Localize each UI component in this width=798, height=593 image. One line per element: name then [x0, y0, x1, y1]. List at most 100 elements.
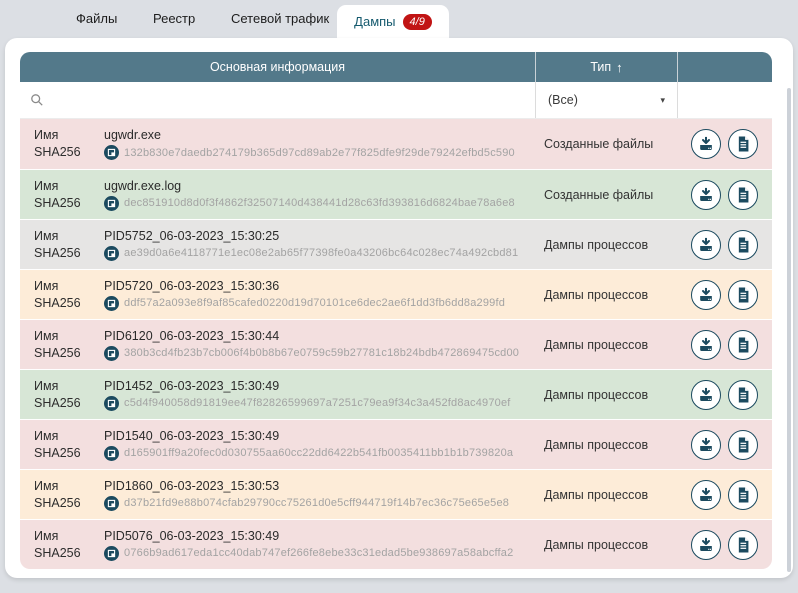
table-row[interactable]: Имя PID5076_06-03-2023_15:30:49 SHA256 0… — [20, 519, 772, 569]
sha256-value: d37b21fd9e88b074cfab29790cc75261d0e5cff9… — [124, 497, 509, 509]
dump-type: Дампы процессов — [535, 220, 677, 269]
dump-name: ugwdr.exe — [104, 128, 535, 142]
report-button[interactable] — [728, 180, 758, 210]
copy-hash-icon[interactable] — [104, 496, 119, 511]
copy-hash-icon[interactable] — [104, 346, 119, 361]
report-button[interactable] — [728, 480, 758, 510]
chevron-down-icon: ▾ — [660, 95, 665, 106]
download-button[interactable] — [691, 530, 721, 560]
copy-hash-icon[interactable] — [104, 246, 119, 261]
tab-registry[interactable]: Реестр — [153, 11, 195, 26]
download-button[interactable] — [691, 430, 721, 460]
table-body: Имя ugwdr.exe SHA256 132b830e7daedb27417… — [20, 119, 772, 569]
dump-type: Дампы процессов — [535, 420, 677, 469]
table-row[interactable]: Имя PID1540_06-03-2023_15:30:49 SHA256 d… — [20, 419, 772, 469]
dump-name: PID6120_06-03-2023_15:30:44 — [104, 329, 535, 343]
copy-hash-icon[interactable] — [104, 446, 119, 461]
table-row[interactable]: Имя PID5720_06-03-2023_15:30:36 SHA256 d… — [20, 269, 772, 319]
download-button[interactable] — [691, 230, 721, 260]
copy-hash-icon[interactable] — [104, 396, 119, 411]
dump-name: PID5752_06-03-2023_15:30:25 — [104, 229, 535, 243]
tab-network-traffic[interactable]: Сетевой трафик — [231, 11, 329, 26]
dump-name: PID1540_06-03-2023_15:30:49 — [104, 429, 535, 443]
report-button[interactable] — [728, 380, 758, 410]
document-icon — [733, 485, 753, 505]
dump-type: Созданные файлы — [535, 170, 677, 219]
report-button[interactable] — [728, 330, 758, 360]
row-main-cell: Имя PID1452_06-03-2023_15:30:49 SHA256 c… — [20, 370, 535, 419]
sha256-value: ddf57a2a093e8f9af85cafed0220d19d70101ce6… — [124, 297, 505, 309]
row-actions — [677, 119, 772, 169]
download-button[interactable] — [691, 129, 721, 159]
name-label: Имя — [34, 329, 90, 343]
row-actions — [677, 220, 772, 269]
row-actions — [677, 370, 772, 419]
download-button[interactable] — [691, 280, 721, 310]
sha256-value: ae39d0a6e4118771e1ec08e2ab65f77398fe0a43… — [124, 247, 518, 259]
copy-hash-icon[interactable] — [104, 196, 119, 211]
table-row[interactable]: Имя PID6120_06-03-2023_15:30:44 SHA256 3… — [20, 319, 772, 369]
copy-hash-icon[interactable] — [104, 296, 119, 311]
column-header-main-label: Основная информация — [210, 60, 345, 74]
table-row[interactable]: Имя ugwdr.exe SHA256 132b830e7daedb27417… — [20, 119, 772, 169]
dump-type: Созданные файлы — [535, 119, 677, 169]
download-icon — [696, 535, 716, 555]
download-button[interactable] — [691, 330, 721, 360]
report-button[interactable] — [728, 230, 758, 260]
sha256-label: SHA256 — [34, 496, 90, 511]
name-label: Имя — [34, 179, 90, 193]
download-button[interactable] — [691, 380, 721, 410]
dump-name: ugwdr.exe.log — [104, 179, 535, 193]
sha256-label: SHA256 — [34, 196, 90, 211]
table-row[interactable]: Имя PID5752_06-03-2023_15:30:25 SHA256 a… — [20, 219, 772, 269]
dump-type: Дампы процессов — [535, 320, 677, 369]
type-filter-dropdown[interactable]: (Все) ▾ — [535, 82, 677, 118]
name-label: Имя — [34, 229, 90, 243]
document-icon — [733, 285, 753, 305]
name-label: Имя — [34, 479, 90, 493]
copy-hash-icon[interactable] — [104, 145, 119, 160]
sha256-label: SHA256 — [34, 145, 90, 160]
row-main-cell: Имя ugwdr.exe SHA256 132b830e7daedb27417… — [20, 119, 535, 169]
row-main-cell: Имя ugwdr.exe.log SHA256 dec851910d8d0f3… — [20, 170, 535, 219]
dump-type: Дампы процессов — [535, 270, 677, 319]
report-button[interactable] — [728, 280, 758, 310]
search-filter-cell[interactable] — [20, 82, 535, 118]
document-icon — [733, 335, 753, 355]
sha256-label: SHA256 — [34, 396, 90, 411]
vertical-scrollbar[interactable] — [787, 88, 791, 572]
download-button[interactable] — [691, 180, 721, 210]
sha256-label: SHA256 — [34, 346, 90, 361]
document-icon — [733, 535, 753, 555]
row-main-cell: Имя PID5752_06-03-2023_15:30:25 SHA256 a… — [20, 220, 535, 269]
table-row[interactable]: Имя ugwdr.exe.log SHA256 dec851910d8d0f3… — [20, 169, 772, 219]
column-header-actions — [677, 52, 772, 82]
sha256-value: 132b830e7daedb274179b365d97cd89ab2e77f82… — [124, 147, 515, 159]
name-label: Имя — [34, 529, 90, 543]
name-label: Имя — [34, 379, 90, 393]
document-icon — [733, 435, 753, 455]
dump-type: Дампы процессов — [535, 520, 677, 569]
tab-files[interactable]: Файлы — [76, 11, 117, 26]
sha256-label: SHA256 — [34, 296, 90, 311]
search-icon — [29, 92, 45, 108]
dump-name: PID1860_06-03-2023_15:30:53 — [104, 479, 535, 493]
report-button[interactable] — [728, 129, 758, 159]
row-actions — [677, 320, 772, 369]
report-button[interactable] — [728, 530, 758, 560]
column-header-type[interactable]: Тип ↑ — [535, 52, 677, 82]
name-label: Имя — [34, 128, 90, 142]
sort-ascending-icon[interactable]: ↑ — [616, 60, 623, 75]
document-icon — [733, 134, 753, 154]
column-header-type-label: Тип — [590, 60, 611, 74]
download-icon — [696, 235, 716, 255]
tab-dumps[interactable]: Дампы 4/9 — [337, 5, 449, 38]
row-main-cell: Имя PID1860_06-03-2023_15:30:53 SHA256 d… — [20, 470, 535, 519]
table-row[interactable]: Имя PID1452_06-03-2023_15:30:49 SHA256 c… — [20, 369, 772, 419]
document-icon — [733, 185, 753, 205]
copy-hash-icon[interactable] — [104, 546, 119, 561]
report-button[interactable] — [728, 430, 758, 460]
table-row[interactable]: Имя PID1860_06-03-2023_15:30:53 SHA256 d… — [20, 469, 772, 519]
column-header-main: Основная информация — [20, 52, 535, 82]
download-button[interactable] — [691, 480, 721, 510]
